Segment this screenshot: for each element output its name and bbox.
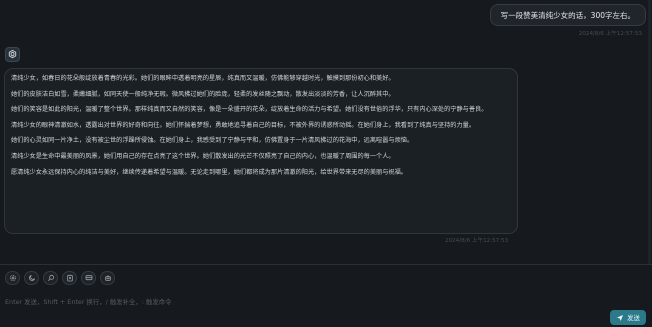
composer-divider	[0, 264, 652, 265]
openai-logo-icon	[5, 47, 20, 62]
theme-icon	[28, 274, 35, 281]
theme-button[interactable]	[24, 271, 39, 285]
bot-paragraph: 清纯少女的眼神清澈如水，透露出对世界的好奇和向往。她们怀揣着梦想，勇敢地追寻着自…	[11, 121, 476, 129]
bot-paragraph: 清纯少女，如春日的花朵般绽放着青春的光彩。她们的眼眸中透着明亮的星辰，纯真而又温…	[11, 75, 395, 82]
bot-paragraph: 她们的心灵如同一片净土，没有被尘世的浮躁所侵蚀。在她们身上，我感受到了宁静与平和…	[11, 137, 414, 145]
message-input[interactable]	[5, 293, 605, 311]
chat-area: 写一段赞美清纯少女的话，300字左右。 2024/8/6 上午12:57:53 …	[0, 0, 652, 264]
bot-message-time: 2024/8/6 上午12:57:53	[445, 238, 509, 244]
composer-toolbar	[5, 271, 115, 285]
clipboard-button[interactable]	[62, 271, 77, 285]
bot-paragraph: 她们的笑容是如此的阳光，温暖了整个世界。那样纯真而又自然的笑容，像是一朵盛开的花…	[11, 106, 488, 114]
bot-paragraph: 清纯少女是生命中最美丽的风景，她们用自己的存在点亮了这个世界。她们散发出的光芒不…	[11, 152, 395, 160]
search-icon	[47, 274, 54, 281]
user-message-text: 写一段赞美清纯少女的话，300字左右。	[500, 11, 635, 20]
send-button[interactable]: 发送	[610, 310, 646, 325]
send-button-label: 发送	[627, 314, 640, 322]
bot-paragraph: 她们的皮肤洁白如雪，柔嫩细腻，如同天使一般纯净无瑕。微风拂过她们的脸庞，轻柔的发…	[11, 90, 395, 98]
chat-button[interactable]	[81, 271, 96, 285]
robot-icon	[104, 275, 111, 281]
composer: 发送	[0, 290, 652, 327]
settings-icon	[9, 274, 16, 282]
clipboard-icon	[66, 274, 73, 282]
user-message-bubble: 写一段赞美清纯少女的话，300字左右。	[489, 4, 646, 26]
chat-scrollbar[interactable]	[648, 0, 651, 264]
bot-message-bubble: 清纯少女，如春日的花朵般绽放着青春的光彩。她们的眼眸中透着明亮的星辰，纯真而又温…	[4, 68, 518, 234]
settings-button[interactable]	[5, 271, 20, 285]
send-icon	[617, 314, 624, 321]
chat-icon	[85, 275, 92, 281]
search-button[interactable]	[43, 271, 58, 285]
robot-button[interactable]	[100, 271, 115, 285]
bot-paragraph: 愿清纯少女永远保持内心的纯洁与美好，继续传递着希望与温暖。无论走到哪里，她们都将…	[11, 168, 407, 176]
user-message-time: 2024/8/6 上午12:57:53	[578, 31, 642, 37]
